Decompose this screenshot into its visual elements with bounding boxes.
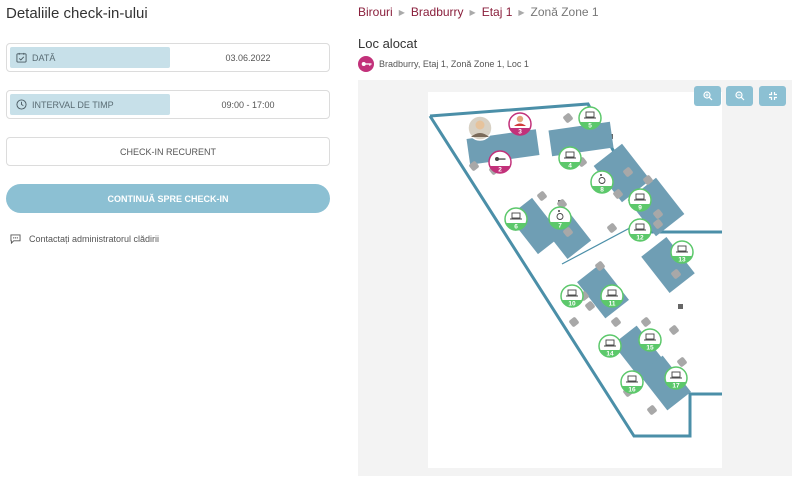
breadcrumb-separator-icon: ▶ xyxy=(518,7,525,17)
breadcrumb-floor[interactable]: Etaj 1 xyxy=(482,5,513,19)
interval-label: INTERVAL DE TIMP xyxy=(32,99,114,110)
chat-icon xyxy=(10,234,21,244)
seat-number: 17 xyxy=(672,383,680,390)
seat-marker-10[interactable]: 10 xyxy=(560,284,584,308)
continue-checkin-button[interactable]: CONTINUĂ SPRE CHECK-IN xyxy=(6,184,330,213)
clock-icon xyxy=(16,99,27,110)
time-interval-field[interactable]: INTERVAL DE TIMP 09:00 - 17:00 xyxy=(6,90,330,119)
allocated-seat-text: Bradburry, Etaj 1, Zonă Zone 1, Loc 1 xyxy=(379,59,529,69)
seat-marker-8[interactable]: 8 xyxy=(590,170,614,194)
fit-screen-icon xyxy=(768,92,777,100)
chair xyxy=(611,317,621,327)
seat-marker-7[interactable]: 7 xyxy=(548,206,572,230)
seat-marker-17[interactable]: 17 xyxy=(664,366,688,390)
chair xyxy=(537,191,547,201)
floor-plan-svg: 2 3 4 5 6 7 8 9 10 11 12 13 14 15 16 17 xyxy=(428,102,722,438)
seat-number: 4 xyxy=(568,163,572,170)
chair xyxy=(607,223,617,233)
seat-marker-3[interactable]: 3 xyxy=(508,112,532,136)
allocated-seat-title: Loc alocat xyxy=(358,36,418,51)
zoom-out-button[interactable] xyxy=(726,86,753,106)
seat-number: 15 xyxy=(646,345,654,352)
seat-number: 8 xyxy=(600,187,604,194)
chair xyxy=(563,113,573,123)
page-title: Detaliile check-in-ului xyxy=(6,5,148,22)
key-icon xyxy=(358,56,374,72)
seat-marker-14[interactable]: 14 xyxy=(598,334,622,358)
fit-screen-button[interactable] xyxy=(759,86,786,106)
seat-number: 3 xyxy=(518,129,522,136)
seat-marker-13[interactable]: 13 xyxy=(670,240,694,264)
breadcrumb-building[interactable]: Bradburry xyxy=(411,5,464,19)
seat-marker-12[interactable]: 12 xyxy=(628,218,652,242)
allocated-seat-info: Bradburry, Etaj 1, Zonă Zone 1, Loc 1 xyxy=(358,56,529,72)
contact-admin-link[interactable]: Contactați administratorul clădirii xyxy=(10,234,159,244)
floor-plan-canvas[interactable]: 2 3 4 5 6 7 8 9 10 11 12 13 14 15 16 17 xyxy=(428,92,722,468)
contact-admin-label: Contactați administratorul clădirii xyxy=(29,234,160,244)
date-label-box: DATĂ xyxy=(10,47,170,68)
seat-number: 12 xyxy=(636,235,644,242)
seat-number: 9 xyxy=(638,205,642,212)
seat-number: 7 xyxy=(558,223,562,230)
floor-map[interactable]: 2 3 4 5 6 7 8 9 10 11 12 13 14 15 16 17 xyxy=(358,80,792,476)
seat-marker-5[interactable]: 5 xyxy=(578,106,602,130)
chair xyxy=(641,317,651,327)
seat-number: 6 xyxy=(514,224,518,231)
seat-number: 14 xyxy=(606,351,614,358)
seat-marker-9[interactable]: 9 xyxy=(628,188,652,212)
seat-number: 5 xyxy=(588,123,592,130)
breadcrumb-offices[interactable]: Birouri xyxy=(358,5,393,19)
interval-value: 09:00 - 17:00 xyxy=(221,99,275,110)
interval-label-box: INTERVAL DE TIMP xyxy=(10,94,170,115)
seat-marker-6[interactable]: 6 xyxy=(504,207,528,231)
zoom-in-button[interactable] xyxy=(694,86,721,106)
date-value: 03.06.2022 xyxy=(225,52,271,63)
date-label: DATĂ xyxy=(32,52,56,63)
breadcrumb-separator-icon: ▶ xyxy=(398,7,405,17)
breadcrumb-separator-icon: ▶ xyxy=(469,7,476,17)
chair xyxy=(569,317,579,327)
user-avatar[interactable] xyxy=(467,115,493,141)
seat-number: 13 xyxy=(678,257,686,264)
chair xyxy=(647,405,657,415)
zoom-in-icon xyxy=(702,91,712,101)
breadcrumb: Birouri ▶ Bradburry ▶ Etaj 1 ▶ Zonă Zone… xyxy=(358,5,599,19)
seat-number: 2 xyxy=(498,167,502,174)
desk xyxy=(548,121,614,157)
calendar-check-icon xyxy=(16,52,27,63)
chair xyxy=(677,357,687,367)
recurring-checkin-button[interactable]: CHECK-IN RECURENT xyxy=(6,137,330,166)
seat-marker-16[interactable]: 16 xyxy=(620,370,644,394)
seat-number: 11 xyxy=(609,301,616,308)
zoom-out-icon xyxy=(734,91,744,101)
seat-marker-2[interactable]: 2 xyxy=(488,150,512,174)
seat-marker-15[interactable]: 15 xyxy=(638,328,662,352)
seat-marker-11[interactable]: 11 xyxy=(600,284,624,308)
date-field[interactable]: DATĂ 03.06.2022 xyxy=(6,43,330,72)
breadcrumb-zone: Zonă Zone 1 xyxy=(530,5,599,19)
seat-number: 10 xyxy=(568,301,576,308)
seat-marker-4[interactable]: 4 xyxy=(558,146,582,170)
chair xyxy=(669,325,679,335)
seat-number: 16 xyxy=(628,387,636,394)
